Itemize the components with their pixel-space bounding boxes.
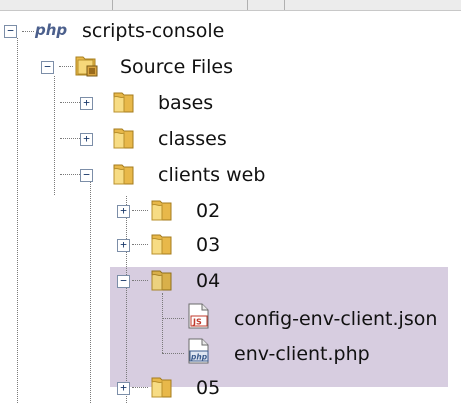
- file-label: config-env-client.json: [234, 308, 438, 330]
- folder-open-icon: [151, 270, 172, 291]
- tree-item-config-env-client-json[interactable]: JS config-env-client.json: [0, 302, 461, 336]
- collapse-toggle[interactable]: −: [41, 61, 54, 74]
- json-file-icon: JS: [188, 303, 209, 329]
- tree-item-04[interactable]: − 04: [0, 264, 300, 298]
- tree-item-bases[interactable]: + bases: [0, 86, 300, 120]
- column-header[interactable]: [113, 0, 248, 10]
- project-label: scripts-console: [82, 20, 225, 42]
- collapse-toggle[interactable]: −: [80, 169, 93, 182]
- column-header[interactable]: [248, 0, 285, 10]
- tree-item-project[interactable]: − php scripts-console: [0, 14, 300, 48]
- folder-label: 03: [196, 234, 221, 256]
- column-header[interactable]: [0, 0, 113, 10]
- folder-label: bases: [158, 92, 214, 114]
- tree-item-source-files[interactable]: − Source Files: [0, 50, 300, 84]
- file-label: env-client.php: [234, 343, 370, 365]
- expand-toggle[interactable]: +: [117, 382, 130, 395]
- expand-toggle[interactable]: +: [117, 239, 130, 252]
- php-file-icon: php: [188, 338, 209, 364]
- tree-item-clients-web[interactable]: − clients web: [0, 158, 300, 192]
- folder-label: 04: [196, 270, 221, 292]
- folder-icon: [113, 92, 134, 113]
- expand-toggle[interactable]: +: [80, 133, 93, 146]
- folder-open-icon: [113, 164, 134, 185]
- folder-label: clients web: [158, 164, 266, 186]
- source-files-label: Source Files: [120, 56, 233, 78]
- project-tree: − php scripts-console − Source Files + b…: [0, 10, 461, 403]
- collapse-toggle[interactable]: −: [117, 275, 130, 288]
- tree-item-02[interactable]: + 02: [0, 194, 300, 228]
- svg-text:JS: JS: [192, 318, 202, 327]
- folder-label: 02: [196, 200, 221, 222]
- svg-text:php: php: [34, 21, 67, 39]
- folder-icon: [151, 234, 172, 255]
- folder-label: classes: [158, 128, 227, 150]
- tree-item-03[interactable]: + 03: [0, 228, 300, 262]
- folder-label: 05: [196, 377, 221, 399]
- folder-icon: [151, 200, 172, 221]
- source-folder-icon: [75, 56, 98, 77]
- tree-item-env-client-php[interactable]: php env-client.php: [0, 337, 461, 371]
- folder-icon: [151, 377, 172, 398]
- collapse-toggle[interactable]: −: [4, 25, 17, 38]
- svg-text:php: php: [190, 353, 208, 362]
- tree-item-classes[interactable]: + classes: [0, 122, 300, 156]
- folder-icon: [113, 128, 134, 149]
- expand-toggle[interactable]: +: [80, 97, 93, 110]
- php-project-icon: php: [34, 21, 67, 39]
- expand-toggle[interactable]: +: [117, 205, 130, 218]
- tree-item-05[interactable]: + 05: [0, 372, 300, 406]
